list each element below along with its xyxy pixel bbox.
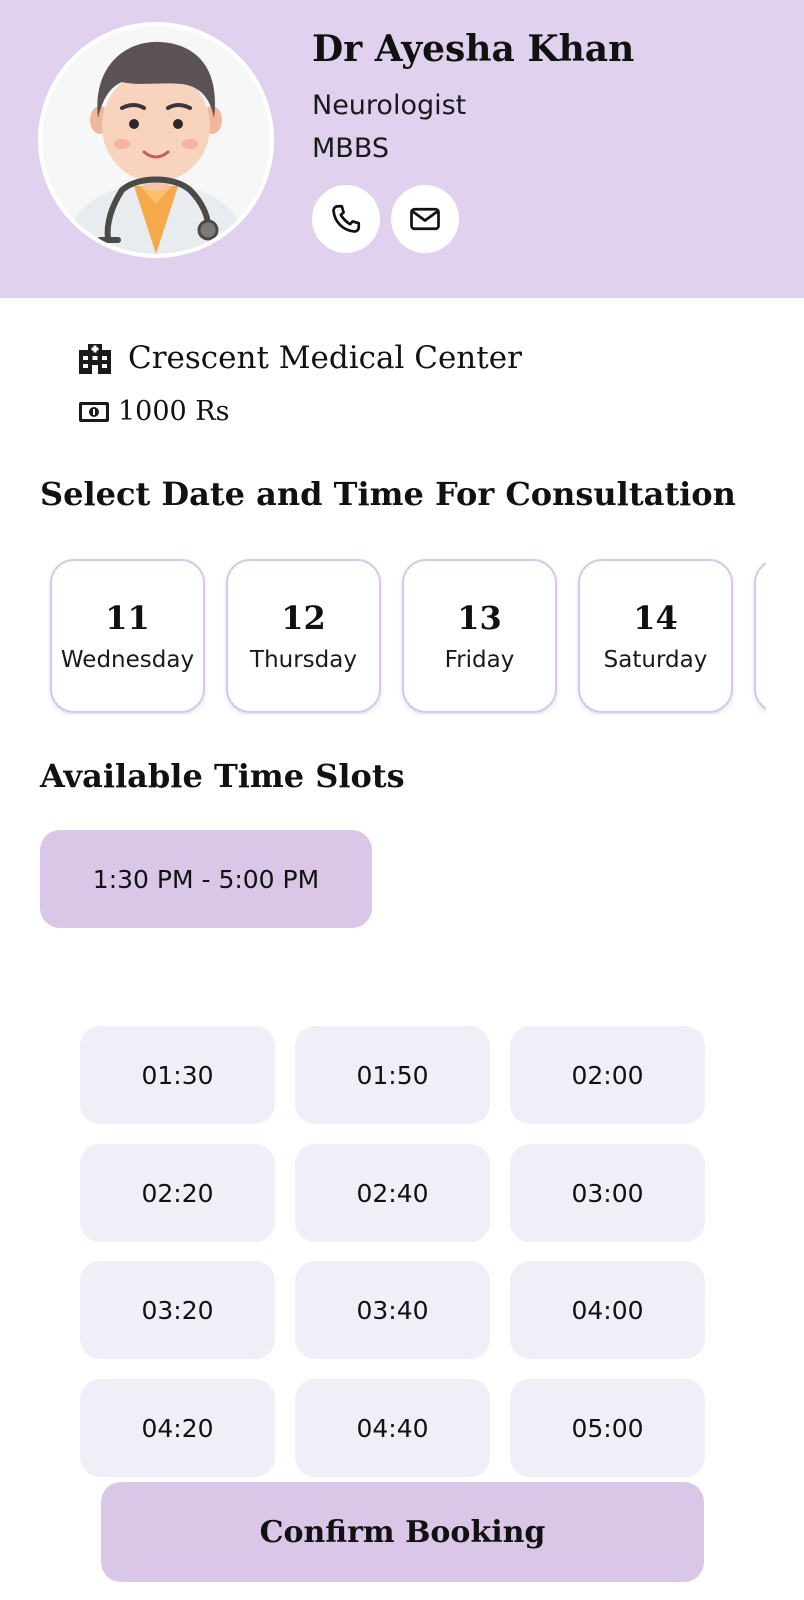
time-slot[interactable]: 03:00 bbox=[510, 1144, 705, 1242]
date-section-title: Select Date and Time For Consultation bbox=[40, 475, 736, 513]
doctor-illustration bbox=[42, 26, 270, 254]
time-slot[interactable]: 04:40 bbox=[295, 1379, 490, 1477]
confirm-booking-button[interactable]: Confirm Booking bbox=[101, 1482, 704, 1582]
date-card[interactable]: 13 Friday bbox=[402, 559, 557, 713]
time-slot[interactable]: 01:50 bbox=[295, 1026, 490, 1124]
date-weekday: Friday bbox=[444, 647, 515, 673]
date-number: 11 bbox=[105, 599, 150, 637]
time-slot[interactable]: 02:00 bbox=[510, 1026, 705, 1124]
date-number: 12 bbox=[281, 599, 326, 637]
hospital-name: Crescent Medical Center bbox=[128, 340, 522, 376]
date-card[interactable]: 12 Thursday bbox=[226, 559, 381, 713]
time-range-pill[interactable]: 1:30 PM - 5:00 PM bbox=[40, 830, 372, 928]
time-slot[interactable]: 03:20 bbox=[80, 1261, 275, 1359]
date-card-partial[interactable] bbox=[754, 559, 766, 713]
fee-row: 1000 Rs bbox=[78, 396, 229, 427]
email-button[interactable] bbox=[391, 185, 459, 253]
call-button[interactable] bbox=[312, 185, 380, 253]
date-number: 13 bbox=[457, 599, 502, 637]
mail-icon bbox=[410, 207, 440, 231]
money-icon bbox=[79, 401, 109, 422]
date-weekday: Thursday bbox=[250, 647, 357, 673]
time-slot[interactable]: 02:40 bbox=[295, 1144, 490, 1242]
hospital-row: Crescent Medical Center bbox=[78, 340, 522, 376]
date-selector[interactable]: 11 Wednesday 12 Thursday 13 Friday 14 Sa… bbox=[48, 557, 766, 715]
hospital-icon bbox=[79, 344, 111, 374]
doctor-name: Dr Ayesha Khan bbox=[312, 28, 635, 70]
doctor-degree: MBBS bbox=[312, 133, 390, 164]
time-slot[interactable]: 03:40 bbox=[295, 1261, 490, 1359]
phone-icon bbox=[332, 204, 361, 233]
date-number: 14 bbox=[633, 599, 678, 637]
slots-section-title: Available Time Slots bbox=[40, 757, 405, 795]
date-weekday: Wednesday bbox=[60, 647, 195, 673]
doctor-specialty: Neurologist bbox=[312, 90, 467, 121]
time-slot[interactable]: 04:20 bbox=[80, 1379, 275, 1477]
date-card[interactable]: 11 Wednesday bbox=[50, 559, 205, 713]
doctor-avatar bbox=[38, 22, 274, 258]
date-card[interactable]: 14 Saturday bbox=[578, 559, 733, 713]
time-slot[interactable]: 02:20 bbox=[80, 1144, 275, 1242]
consultation-fee: 1000 Rs bbox=[118, 396, 230, 427]
time-slot[interactable]: 01:30 bbox=[80, 1026, 275, 1124]
date-weekday: Saturday bbox=[603, 647, 708, 673]
time-slot[interactable]: 05:00 bbox=[510, 1379, 705, 1477]
time-slot[interactable]: 04:00 bbox=[510, 1261, 705, 1359]
doctor-header: Dr Ayesha Khan Neurologist MBBS bbox=[0, 0, 804, 298]
